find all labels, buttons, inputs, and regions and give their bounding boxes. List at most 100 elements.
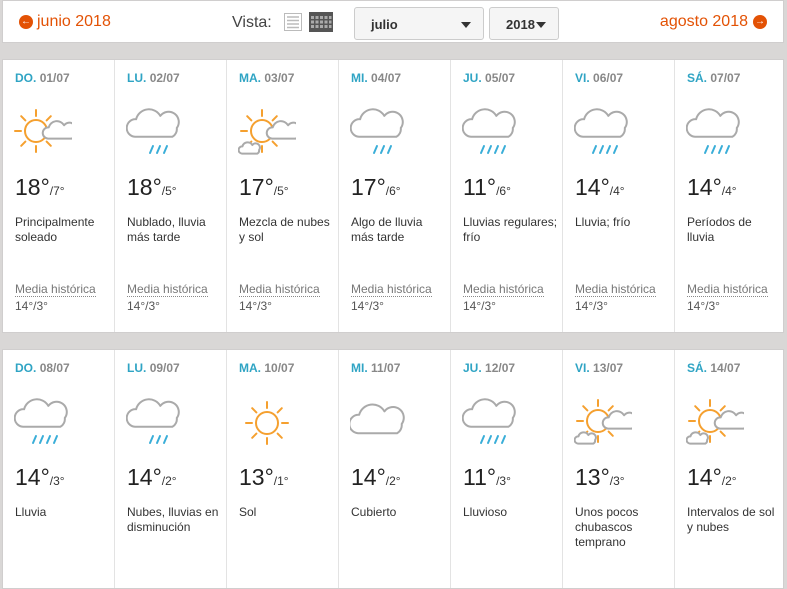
weekday-label: LU. xyxy=(127,361,147,375)
day-cell[interactable]: MI. 11/07 14°/2° Cubierto xyxy=(339,350,451,588)
temperature: 13°/3° xyxy=(575,464,625,491)
forecast-description: Períodos de lluvia xyxy=(687,215,752,244)
sun-clouds-icon xyxy=(574,399,632,445)
vista-label: Vista: xyxy=(232,14,272,31)
month-select[interactable]: julio xyxy=(354,7,484,40)
historical-average-label[interactable]: Media histórica xyxy=(575,282,656,297)
day-cell[interactable]: DO. 01/07 18°/7° Principalmente soleado Med… xyxy=(3,60,115,332)
historical-average-label[interactable]: Media histórica xyxy=(463,282,544,297)
day-heading: MI. 04/07 xyxy=(351,71,401,85)
forecast-description: Lluvias regulares; frío xyxy=(463,215,558,244)
date-label: 08/07 xyxy=(39,361,70,375)
list-view-icon[interactable] xyxy=(284,13,302,31)
date-label: 02/07 xyxy=(149,71,180,85)
low-temp: /6° xyxy=(496,184,511,198)
low-temp: /7° xyxy=(49,184,65,198)
historical-average-value: 14°/3° xyxy=(351,299,384,313)
historical-average-label[interactable]: Media histórica xyxy=(127,282,208,297)
forecast-description: Intervalos de sol y nubes xyxy=(687,505,775,534)
temperature: 13°/1° xyxy=(239,464,289,491)
date-label: 14/07 xyxy=(710,361,741,375)
day-cell[interactable]: JU. 05/07 11°/6° Lluvias regulares; frío Me… xyxy=(451,60,563,332)
temperature: 11°/6° xyxy=(463,174,511,201)
day-cell[interactable]: LU. 09/07 14°/2° Nubes, lluvias en disminu… xyxy=(115,350,227,588)
low-temp: /4° xyxy=(609,184,625,198)
temperature: 17°/6° xyxy=(351,174,401,201)
weekday-label: SÁ. xyxy=(687,361,708,375)
forecast-description: Lluvioso xyxy=(463,505,508,519)
temperature: 18°/7° xyxy=(15,174,65,201)
date-label: 04/07 xyxy=(371,71,402,85)
historical-average-label[interactable]: Media histórica xyxy=(239,282,320,297)
arrow-left-icon: ← xyxy=(19,15,33,29)
calendar-view-icon[interactable] xyxy=(309,12,333,32)
weekday-label: MI. xyxy=(351,361,368,375)
historical-average-label[interactable]: Media histórica xyxy=(687,282,768,297)
date-label: 12/07 xyxy=(485,361,516,375)
cloud-heavy-rain-icon xyxy=(686,108,740,154)
day-heading: JU. 12/07 xyxy=(463,361,515,375)
day-cell[interactable]: SÁ. 14/07 14°/2° Intervalos de sol y nubes xyxy=(675,350,787,588)
next-month-link[interactable]: agosto 2018 → xyxy=(660,13,767,31)
historical-average-value: 14°/3° xyxy=(575,299,608,313)
forecast-description: Mezcla de nubes y sol xyxy=(239,215,330,244)
low-temp: /2° xyxy=(385,474,401,488)
prev-month-label: junio 2018 xyxy=(37,13,111,30)
day-cell[interactable]: MI. 04/07 17°/6° Algo de lluvia más tarde M… xyxy=(339,60,451,332)
high-temp: 14° xyxy=(687,174,722,200)
day-heading: SÁ. 07/07 xyxy=(687,71,740,85)
day-cell[interactable]: SÁ. 07/07 14°/4° Períodos de lluvia Media h… xyxy=(675,60,787,332)
weekday-label: JU. xyxy=(463,361,482,375)
weekday-label: MI. xyxy=(351,71,368,85)
temperature: 18°/5° xyxy=(127,174,177,201)
high-temp: 14° xyxy=(127,464,162,490)
day-heading: JU. 05/07 xyxy=(463,71,515,85)
day-cell[interactable]: DO. 08/07 14°/3° Lluvia xyxy=(3,350,115,588)
date-label: 11/07 xyxy=(371,361,401,375)
weekday-label: VI. xyxy=(575,71,590,85)
low-temp: /1° xyxy=(273,474,289,488)
day-cell[interactable]: MA. 10/07 13°/1° Sol xyxy=(227,350,339,588)
sun-icon xyxy=(245,401,289,445)
year-select-value: 2018 xyxy=(506,17,535,32)
forecast-description: Cubierto xyxy=(351,505,397,519)
day-cell[interactable]: VI. 13/07 13°/3° Unos pocos chubascos temp… xyxy=(563,350,675,588)
day-heading: DO. 08/07 xyxy=(15,361,70,375)
day-cell[interactable]: LU. 02/07 18°/5° Nublado, lluvia más tarde… xyxy=(115,60,227,332)
date-label: 01/07 xyxy=(39,71,70,85)
high-temp: 11° xyxy=(463,174,497,200)
historical-average-label[interactable]: Media histórica xyxy=(351,282,432,297)
date-label: 06/07 xyxy=(593,71,624,85)
historical-average-value: 14°/3° xyxy=(239,299,272,313)
historical-average-value: 14°/3° xyxy=(127,299,160,313)
low-temp: /4° xyxy=(721,184,737,198)
day-cell[interactable]: JU. 12/07 11°/3° Lluvioso xyxy=(451,350,563,588)
low-temp: /3° xyxy=(609,474,625,488)
prev-month-link[interactable]: ← junio 2018 xyxy=(19,13,111,31)
low-temp: /3° xyxy=(496,474,511,488)
forecast-description: Unos pocos chubascos temprano xyxy=(575,505,639,549)
low-temp: /2° xyxy=(721,474,737,488)
temperature: 14°/2° xyxy=(351,464,401,491)
day-cell[interactable]: MA. 03/07 17°/5° Mezcla de nubes y sol Medi… xyxy=(227,60,339,332)
historical-average-label[interactable]: Media histórica xyxy=(15,282,96,297)
forecast-description: Nublado, lluvia más tarde xyxy=(127,215,206,244)
year-select[interactable]: 2018 xyxy=(489,7,559,40)
forecast-description: Algo de lluvia más tarde xyxy=(351,215,423,244)
historical-average-value: 14°/3° xyxy=(15,299,48,313)
cloud-heavy-rain-icon xyxy=(462,398,516,444)
high-temp: 13° xyxy=(239,464,274,490)
day-heading: VI. 06/07 xyxy=(575,71,623,85)
forecast-description: Lluvia xyxy=(15,505,47,519)
low-temp: /2° xyxy=(161,474,177,488)
cloud-rain-icon xyxy=(350,108,404,154)
weekday-label: LU. xyxy=(127,71,147,85)
date-label: 03/07 xyxy=(264,71,295,85)
high-temp: 14° xyxy=(15,464,50,490)
low-temp: /6° xyxy=(385,184,401,198)
low-temp: /5° xyxy=(161,184,177,198)
cloud-icon xyxy=(350,403,405,435)
calendar-toolbar: ← junio 2018 Vista: julio 2018 agosto 20… xyxy=(2,0,784,43)
day-cell[interactable]: VI. 06/07 14°/4° Lluvia; frío Media históri… xyxy=(563,60,675,332)
low-temp: /5° xyxy=(273,184,289,198)
